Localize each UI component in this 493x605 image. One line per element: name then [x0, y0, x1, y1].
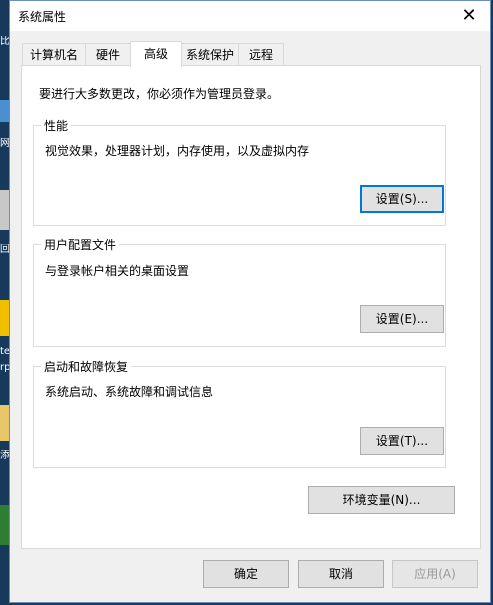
- title-bar[interactable]: 系统属性 ✕: [10, 1, 490, 31]
- admin-notice: 要进行大多数更改，你必须作为管理员登录。: [39, 87, 280, 101]
- cancel-button[interactable]: 取消: [298, 560, 384, 588]
- startup-recovery-description: 系统启动、系统故障和调试信息: [45, 385, 214, 399]
- environment-variables-button[interactable]: 环境变量(N)...: [308, 486, 455, 514]
- tab-remote[interactable]: 远程: [238, 43, 284, 65]
- tab-system-protection[interactable]: 系统保护: [181, 43, 239, 65]
- user-profiles-description: 与登录帐户相关的桌面设置: [45, 264, 190, 278]
- performance-description: 视觉效果，处理器计划，内存使用，以及虚拟内存: [45, 144, 310, 158]
- tab-hardware[interactable]: 硬件: [85, 43, 131, 65]
- performance-group-title: 性能: [41, 117, 72, 134]
- tab-advanced[interactable]: 高级: [130, 41, 182, 67]
- user-profiles-settings-button[interactable]: 设置(E)...: [360, 305, 444, 333]
- system-properties-dialog: 系统属性 ✕ 计算机名 硬件 高级 系统保护 远程 要进行大多数更改，你必须作为…: [9, 0, 491, 603]
- performance-group: 性能 视觉效果，处理器计划，内存使用，以及虚拟内存 设置(S)...: [33, 117, 446, 226]
- tab-computer-name[interactable]: 计算机名: [22, 43, 86, 65]
- ok-button[interactable]: 确定: [203, 560, 289, 588]
- advanced-tab-panel: 要进行大多数更改，你必须作为管理员登录。 性能 视觉效果，处理器计划，内存使用，…: [21, 65, 481, 549]
- startup-recovery-group-title: 启动和故障恢复: [41, 358, 132, 375]
- user-profiles-group-title: 用户配置文件: [41, 236, 120, 253]
- apply-button[interactable]: 应用(A): [392, 560, 478, 588]
- dialog-title: 系统属性: [18, 10, 67, 24]
- close-icon[interactable]: ✕: [452, 3, 486, 29]
- performance-settings-button[interactable]: 设置(S)...: [360, 185, 444, 213]
- startup-recovery-settings-button[interactable]: 设置(T)...: [360, 427, 444, 455]
- startup-recovery-group: 启动和故障恢复 系统启动、系统故障和调试信息 设置(T)...: [33, 358, 446, 468]
- user-profiles-group: 用户配置文件 与登录帐户相关的桌面设置 设置(E)...: [33, 236, 446, 347]
